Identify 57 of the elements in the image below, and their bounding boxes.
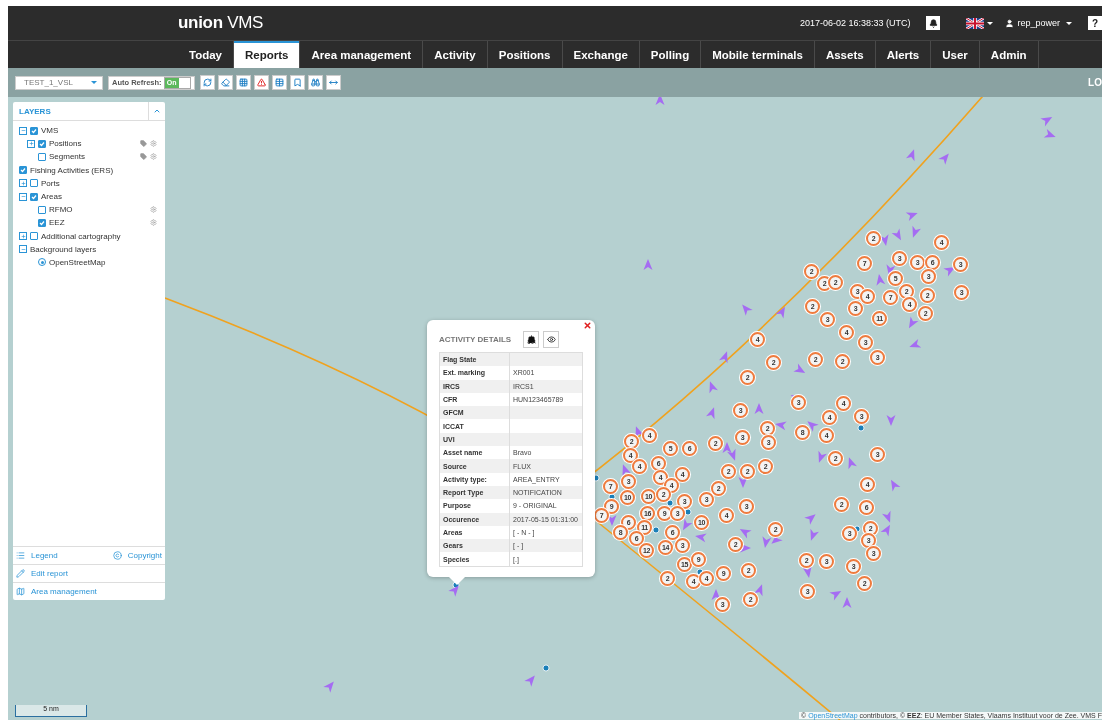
caret-icon[interactable] <box>1066 21 1072 25</box>
vessel-button[interactable] <box>523 330 540 348</box>
layer-label: Fishing Activities (ERS) <box>30 165 115 175</box>
layer-label: VMS <box>41 126 60 136</box>
eye-icon[interactable] <box>546 334 556 344</box>
position-dot[interactable] <box>666 499 674 507</box>
copyright-icon[interactable] <box>112 551 122 560</box>
edit-link[interactable]: Edit report <box>16 569 68 578</box>
server-time: 2017-06-02 16:38:33 (UTC) <box>799 18 911 28</box>
settings-icon[interactable] <box>150 153 157 161</box>
flag-icon[interactable] <box>966 17 985 29</box>
settings-icon[interactable] <box>150 219 157 227</box>
settings-icon[interactable] <box>150 206 157 214</box>
layer-checkbox[interactable] <box>19 166 27 175</box>
user-menu[interactable]: rep_power <box>1005 18 1072 28</box>
legend-link[interactable]: Legend <box>16 551 58 560</box>
layer-label: Ports <box>41 178 61 188</box>
report-select[interactable]: TEST_1_VSL <box>15 75 103 90</box>
help-button[interactable]: ? <box>1088 16 1102 30</box>
layer-checkbox[interactable] <box>38 218 46 227</box>
layer-label: RFMO <box>49 205 74 215</box>
layer-checkbox[interactable] <box>30 179 38 188</box>
settings-icon[interactable] <box>150 140 157 148</box>
toolbar-text: LO <box>1088 77 1102 88</box>
close-icon[interactable] <box>583 321 592 330</box>
app-logo: union VMS <box>178 13 264 33</box>
user-icon[interactable] <box>1005 18 1015 28</box>
layer-label: Background layers <box>30 244 98 254</box>
caret-icon[interactable] <box>987 21 994 25</box>
position-dot[interactable] <box>652 526 660 534</box>
position-dot[interactable] <box>857 424 865 432</box>
layer-label: Positions <box>49 139 83 149</box>
layer-label: Additional cartography <box>41 231 122 241</box>
layer-checkbox[interactable] <box>38 152 46 161</box>
layer-checkbox[interactable] <box>30 232 38 241</box>
panel-title: LAYERS <box>18 106 52 116</box>
nav-tab[interactable]: Reports <box>234 41 301 68</box>
layer-checkbox[interactable] <box>38 139 46 148</box>
layer-checkbox[interactable] <box>30 192 38 201</box>
layer-label: EEZ <box>49 218 66 228</box>
position-dot[interactable] <box>684 508 692 516</box>
popup-title: ACTIVITY DETAILS <box>439 334 512 344</box>
eye-button[interactable] <box>543 330 560 348</box>
areas-link[interactable]: Area management <box>16 587 97 596</box>
position-dot[interactable] <box>542 664 550 672</box>
tag-icon[interactable] <box>140 140 147 148</box>
chevron-up-icon[interactable] <box>153 107 161 115</box>
layer-label: Segments <box>49 152 87 162</box>
tag-icon[interactable] <box>140 153 147 161</box>
popup-pointer <box>449 577 465 585</box>
list-icon[interactable] <box>16 551 25 560</box>
layer-checkbox[interactable] <box>38 205 46 214</box>
layer-checkbox[interactable] <box>30 126 38 135</box>
map-icon[interactable] <box>16 587 25 596</box>
pencil-icon[interactable] <box>16 569 25 578</box>
layer-label: OpenStreetMap <box>49 257 107 267</box>
layer-label: Areas <box>41 192 63 202</box>
